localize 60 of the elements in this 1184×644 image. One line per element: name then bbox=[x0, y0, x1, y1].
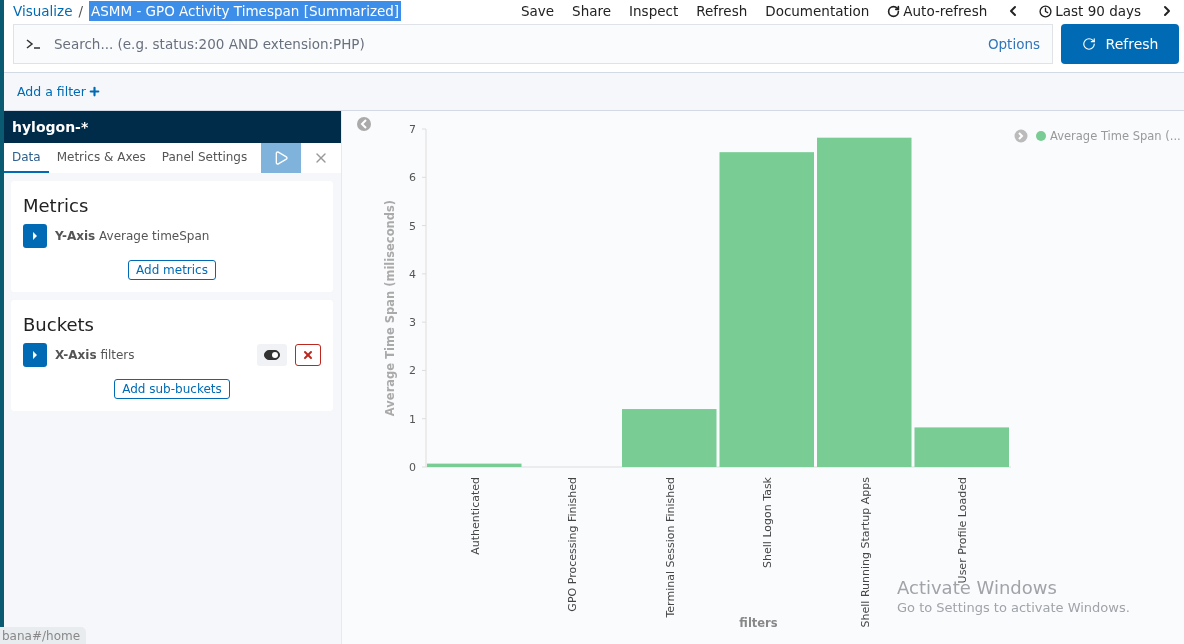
axis-title: filters bbox=[739, 616, 778, 630]
close-icon bbox=[302, 349, 314, 361]
category-label: Shell Running Startup Apps bbox=[858, 477, 872, 628]
category-label: Shell Logon Task bbox=[761, 477, 775, 568]
tick-label: 4 bbox=[409, 267, 416, 281]
tick-label: 5 bbox=[409, 219, 416, 233]
menu-link[interactable]: Documentation bbox=[756, 3, 879, 19]
tab[interactable]: Panel Settings bbox=[153, 143, 256, 173]
expand-button[interactable] bbox=[23, 343, 47, 367]
section-title: Buckets bbox=[23, 314, 95, 335]
add-button[interactable]: Add metrics bbox=[128, 260, 216, 280]
tick-label: 2 bbox=[409, 364, 416, 378]
breadcrumb-separator: / bbox=[78, 3, 83, 19]
menu-link[interactable]: Save bbox=[511, 3, 564, 19]
status-url: bana#/home bbox=[0, 627, 87, 644]
caret-icon bbox=[32, 232, 38, 240]
axis-title: Average Time Span (miliseconds) bbox=[383, 199, 397, 417]
prompt-icon bbox=[26, 38, 40, 50]
refresh-icon bbox=[1081, 37, 1096, 51]
page-title: ASMM - GPO Activity Timespan [Summarized] bbox=[89, 1, 402, 21]
tick-label: 6 bbox=[409, 171, 416, 185]
expand-button[interactable] bbox=[23, 224, 47, 248]
play-icon bbox=[273, 150, 289, 166]
apply-button[interactable] bbox=[261, 143, 301, 173]
tab[interactable]: Metrics & Axes bbox=[48, 143, 154, 173]
tick-label: 0 bbox=[409, 461, 416, 474]
tick-label: 1 bbox=[409, 412, 416, 426]
auto-refresh-button[interactable]: Auto-refresh bbox=[878, 3, 997, 19]
tick-label: 7 bbox=[409, 123, 416, 136]
add-button[interactable]: Add sub-buckets bbox=[114, 379, 230, 399]
refresh-icon bbox=[887, 4, 901, 18]
clock-icon bbox=[1039, 4, 1053, 18]
notice-text: Go to Settings to activate Windows. bbox=[897, 600, 1130, 615]
section-title: Metrics bbox=[23, 195, 90, 216]
aggregation-label: X-Axis filters bbox=[55, 348, 135, 362]
category-label: GPO Processing Finished bbox=[566, 477, 580, 612]
tab[interactable]: Data bbox=[4, 143, 49, 173]
category-label: Authenticated bbox=[468, 477, 482, 555]
tick-label: 3 bbox=[409, 316, 416, 330]
refresh-button[interactable]: Refresh bbox=[1061, 24, 1179, 64]
aggregation-label: Y-Axis Average timeSpan bbox=[55, 229, 210, 243]
options-button[interactable]: Options bbox=[987, 36, 1040, 52]
bar[interactable] bbox=[914, 427, 1009, 467]
menu-link[interactable]: Share bbox=[563, 3, 621, 19]
bar[interactable] bbox=[427, 463, 522, 467]
search-field[interactable]: Search... (e.g. status:200 AND extension:PHP) Options bbox=[13, 24, 1053, 64]
plus-icon bbox=[87, 85, 101, 98]
legend-toggle-icon[interactable] bbox=[1014, 129, 1028, 143]
menu-link[interactable]: Inspect bbox=[620, 3, 688, 19]
category-label: Terminal Session Finished bbox=[663, 477, 677, 618]
add-filter-link[interactable]: Add a filter bbox=[17, 84, 101, 99]
toggle-button[interactable] bbox=[257, 344, 287, 366]
time-range-button[interactable]: Last 90 days bbox=[1030, 3, 1150, 19]
toggle-icon bbox=[264, 350, 280, 360]
collapse-icon[interactable] bbox=[357, 117, 371, 131]
breadcrumb-link[interactable]: Visualize bbox=[13, 3, 73, 19]
remove-button[interactable] bbox=[295, 344, 321, 366]
menu-link[interactable]: Refresh bbox=[687, 3, 757, 19]
index-pattern-title: hylogon-* bbox=[4, 111, 341, 143]
caret-icon bbox=[32, 351, 38, 359]
